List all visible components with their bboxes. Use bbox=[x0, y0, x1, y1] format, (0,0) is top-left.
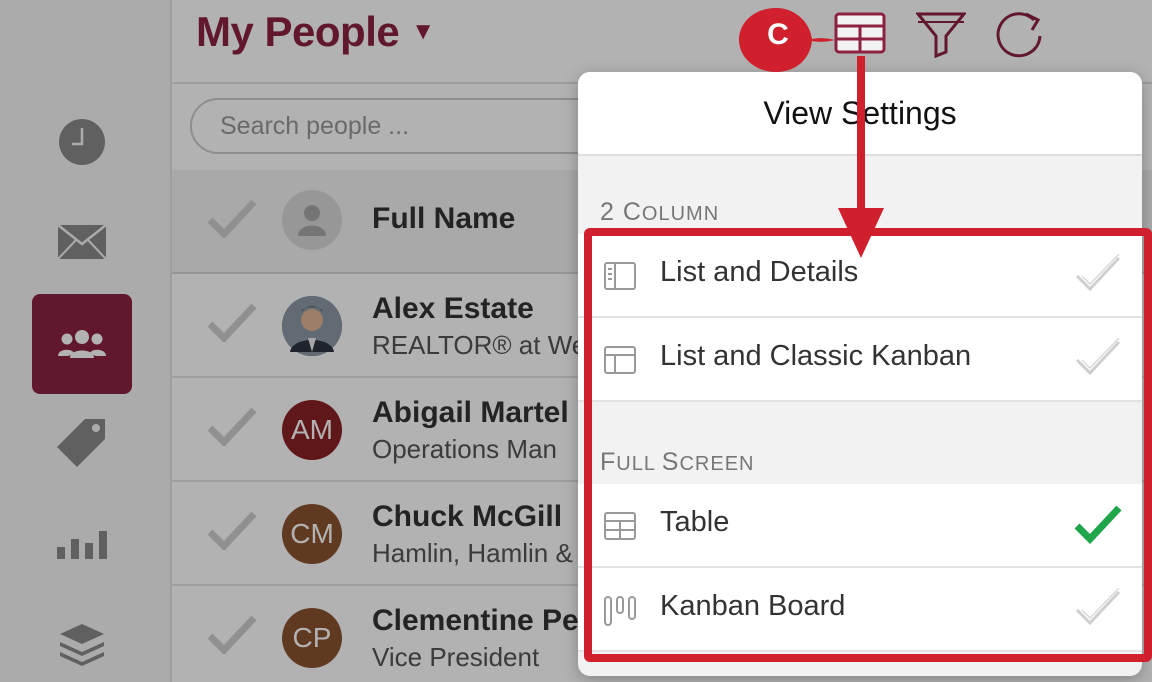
table-view-icon[interactable] bbox=[834, 12, 886, 54]
section-heading-part: OLUMN bbox=[641, 203, 720, 225]
annotation-highlight-box bbox=[584, 228, 1152, 662]
annotation-callout-label: C bbox=[767, 18, 789, 51]
section-heading-part: 2 C bbox=[600, 198, 642, 226]
section-heading-2-column: 2 COLUMN bbox=[600, 198, 719, 227]
